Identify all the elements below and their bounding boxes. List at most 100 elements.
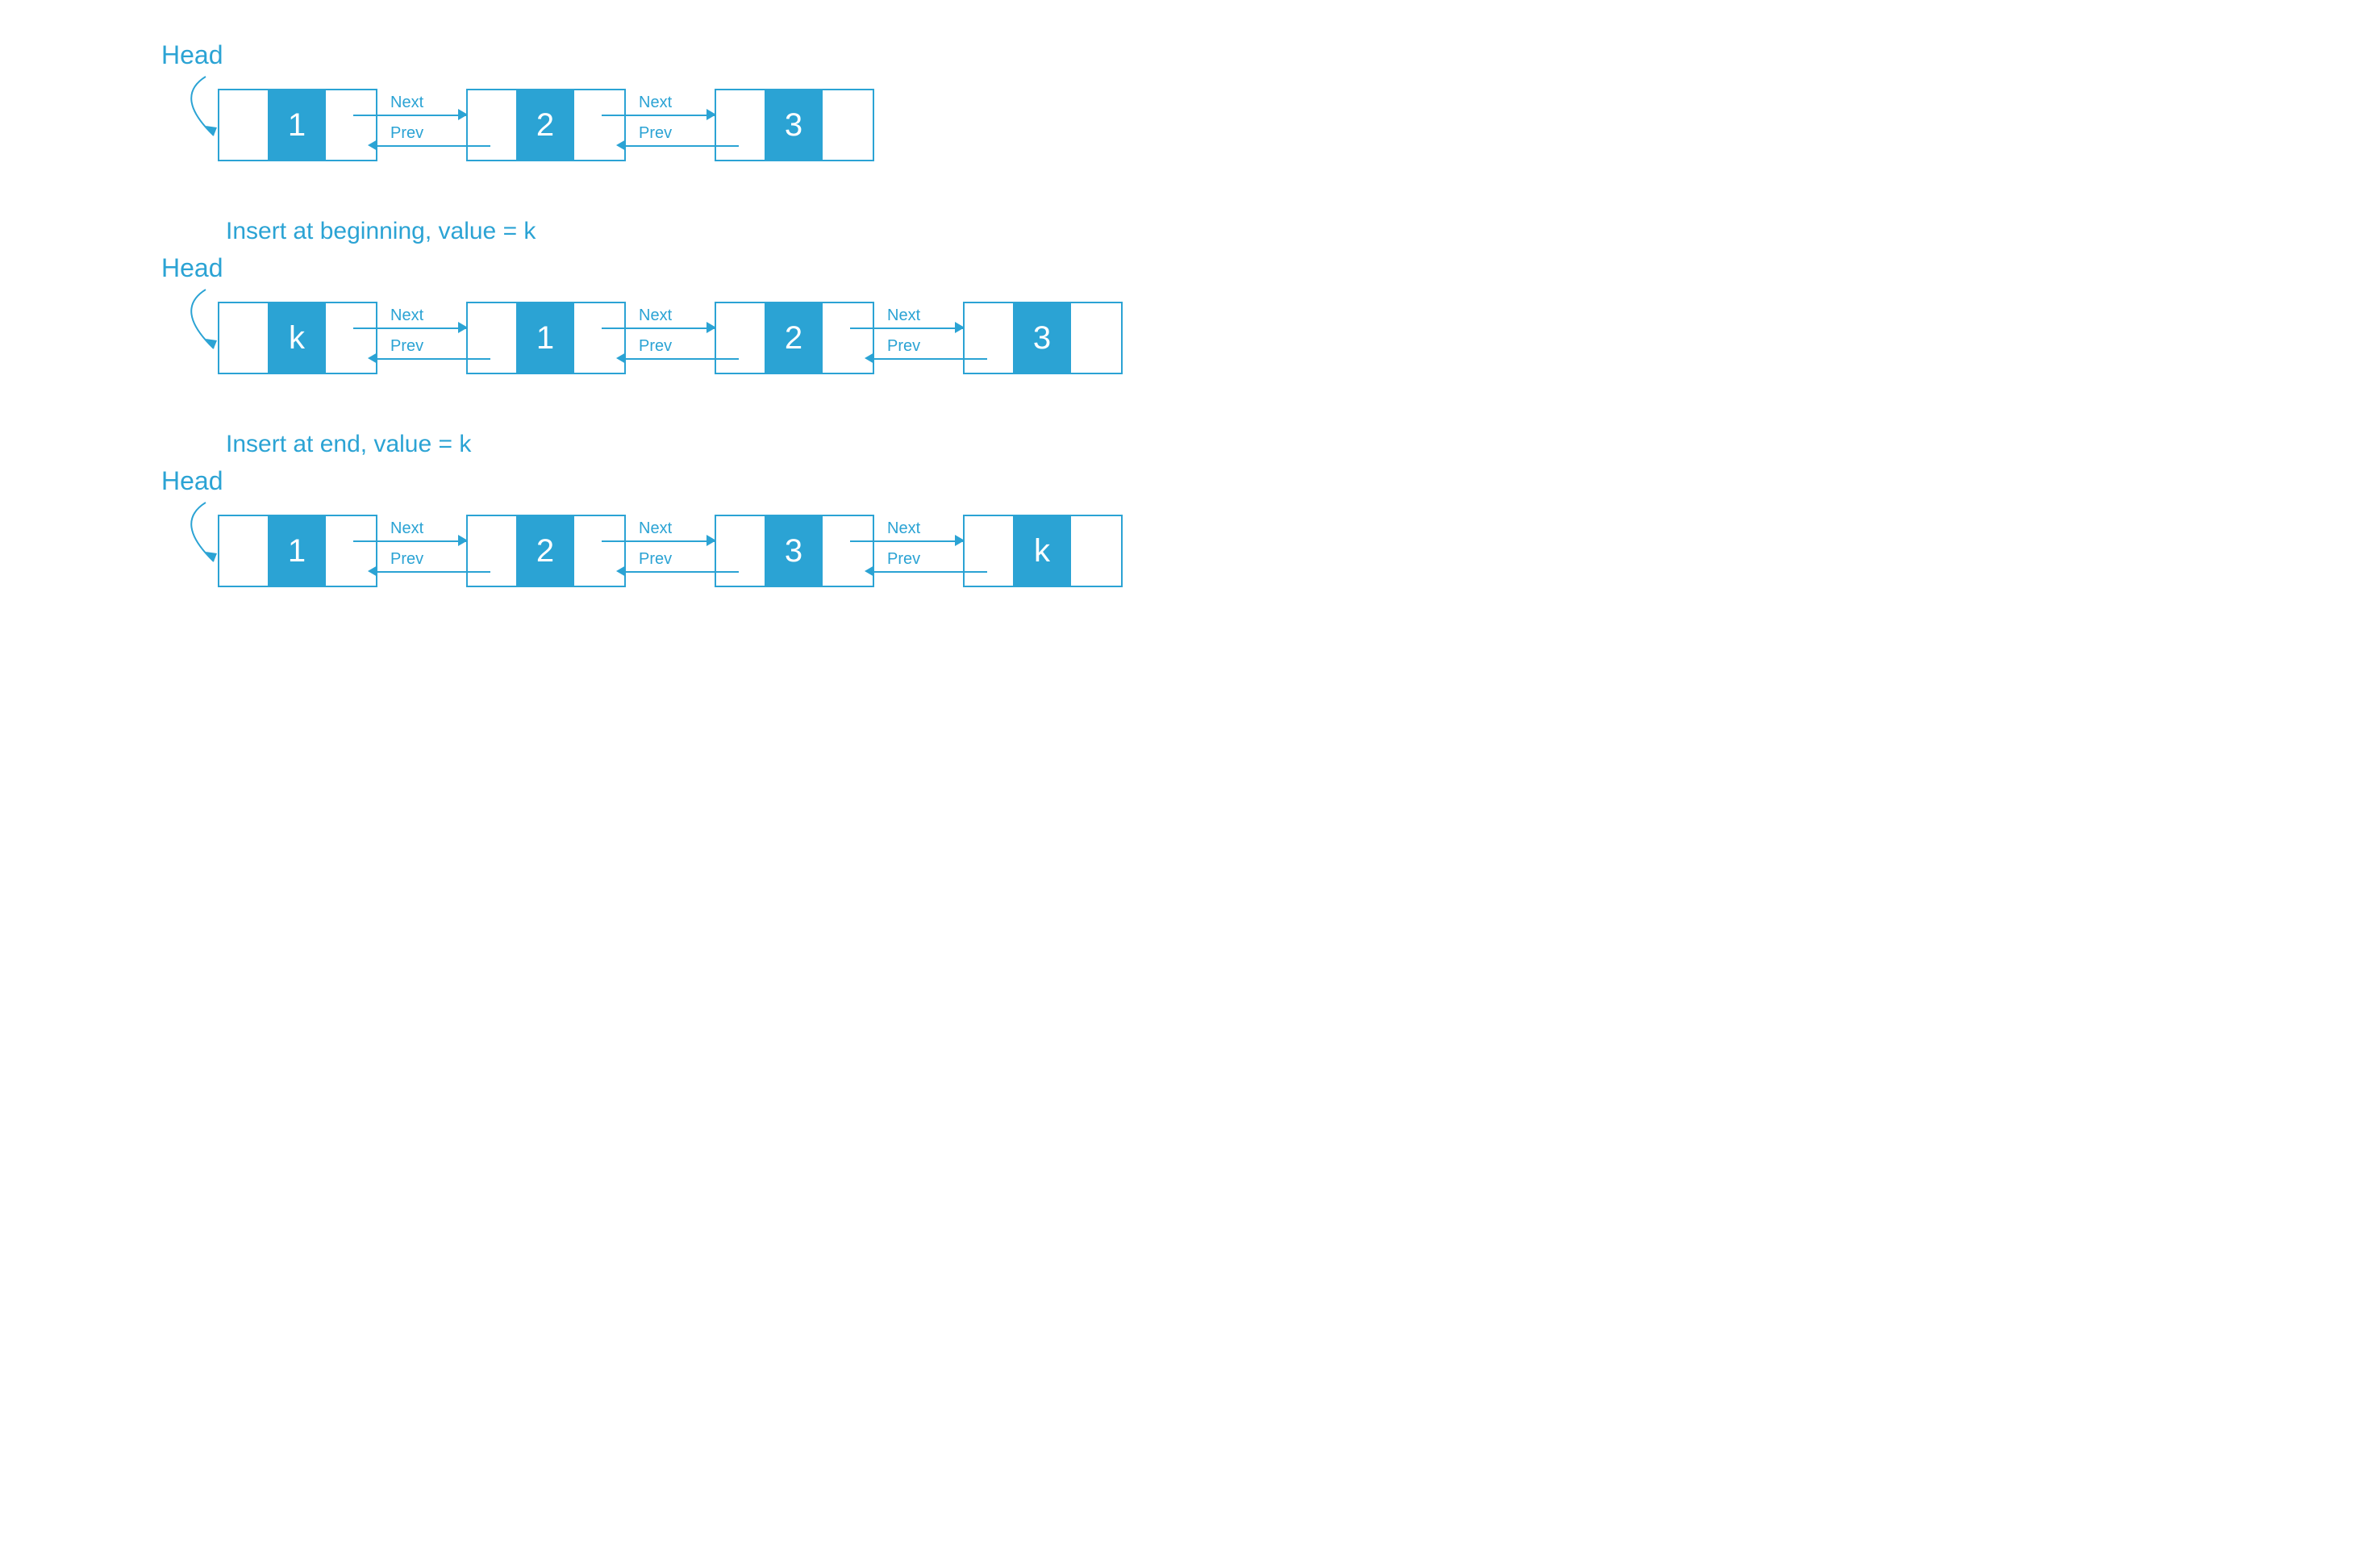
next-cell [1071,516,1121,586]
next-arrow-line [353,115,466,116]
node-row: 1 Next Prev 2 Next Prev 3 [218,515,2332,587]
prev-label: Prev [390,337,423,356]
prev-cell [468,90,518,160]
arrowhead-right-icon [955,535,965,546]
arrowhead-left-icon [368,565,377,577]
insert-end-diagram: Head 1 Next Prev 2 Next Prev [48,515,2332,587]
caption-insert-begin: Insert at beginning, value = k [226,218,2332,245]
prev-arrow-line [377,571,490,573]
arrowhead-right-icon [706,535,716,546]
node-value: 2 [518,516,574,586]
next-label: Next [887,519,920,538]
prev-cell [965,516,1015,586]
prev-arrow-line [626,358,739,360]
prev-label: Prev [390,124,423,143]
node-row: k Next Prev 1 Next Prev 2 [218,302,2332,374]
list-node: k [963,515,1123,587]
list-node: 3 [963,302,1123,374]
connector: Next Prev [377,515,466,587]
connector: Next Prev [874,515,963,587]
connector: Next Prev [874,302,963,374]
node-value: 1 [269,516,326,586]
next-cell [1071,303,1121,373]
prev-cell [716,90,766,160]
prev-label: Prev [887,550,920,569]
node-value: k [269,303,326,373]
arrowhead-left-icon [865,565,874,577]
head-arrow-icon [165,73,242,137]
arrowhead-right-icon [458,322,468,333]
prev-cell [965,303,1015,373]
head-label: Head [161,253,223,283]
list-node: 3 [715,515,874,587]
connector: Next Prev [626,89,715,161]
original-list-diagram: Head 1 Next Prev 2 Next Prev [48,89,2332,161]
list-node: 1 [466,302,626,374]
prev-arrow-line [626,571,739,573]
list-node: 2 [466,89,626,161]
next-label: Next [639,94,672,112]
prev-label: Prev [639,550,672,569]
connector: Next Prev [377,302,466,374]
next-label: Next [887,307,920,325]
arrowhead-right-icon [955,322,965,333]
arrowhead-right-icon [706,109,716,120]
head-label: Head [161,40,223,70]
next-arrow-line [602,540,715,542]
caption-insert-end: Insert at end, value = k [226,431,2332,458]
head-arrow-icon [165,499,242,563]
node-value: 1 [518,303,574,373]
list-node: 3 [715,89,874,161]
next-arrow-line [850,328,963,329]
list-node: 2 [715,302,874,374]
node-value: k [1015,516,1071,586]
node-value: 3 [1015,303,1071,373]
connector: Next Prev [377,89,466,161]
prev-cell [468,303,518,373]
node-value: 3 [766,516,823,586]
prev-label: Prev [639,337,672,356]
prev-arrow-line [377,145,490,147]
next-cell [823,90,873,160]
arrowhead-right-icon [458,109,468,120]
prev-cell [716,516,766,586]
next-arrow-line [602,328,715,329]
next-arrow-line [353,328,466,329]
list-node: 2 [466,515,626,587]
connector: Next Prev [626,302,715,374]
node-value: 2 [766,303,823,373]
connector: Next Prev [626,515,715,587]
next-arrow-line [602,115,715,116]
prev-arrow-line [874,358,987,360]
prev-label: Prev [390,550,423,569]
head-label: Head [161,466,223,496]
next-label: Next [390,307,423,325]
prev-cell [716,303,766,373]
next-label: Next [639,307,672,325]
head-arrow-icon [165,286,242,350]
next-arrow-line [850,540,963,542]
node-value: 1 [269,90,326,160]
next-label: Next [390,519,423,538]
arrowhead-left-icon [616,353,626,364]
insert-begin-diagram: Head k Next Prev 1 Next Prev [48,302,2332,374]
node-value: 3 [766,90,823,160]
arrowhead-left-icon [865,353,874,364]
prev-label: Prev [639,124,672,143]
arrowhead-left-icon [616,140,626,151]
node-value: 2 [518,90,574,160]
arrowhead-left-icon [616,565,626,577]
arrowhead-right-icon [458,535,468,546]
next-label: Next [639,519,672,538]
node-row: 1 Next Prev 2 Next Prev 3 [218,89,2332,161]
prev-arrow-line [377,358,490,360]
prev-cell [468,516,518,586]
arrowhead-left-icon [368,353,377,364]
prev-label: Prev [887,337,920,356]
prev-arrow-line [874,571,987,573]
prev-arrow-line [626,145,739,147]
next-arrow-line [353,540,466,542]
arrowhead-left-icon [368,140,377,151]
next-label: Next [390,94,423,112]
arrowhead-right-icon [706,322,716,333]
